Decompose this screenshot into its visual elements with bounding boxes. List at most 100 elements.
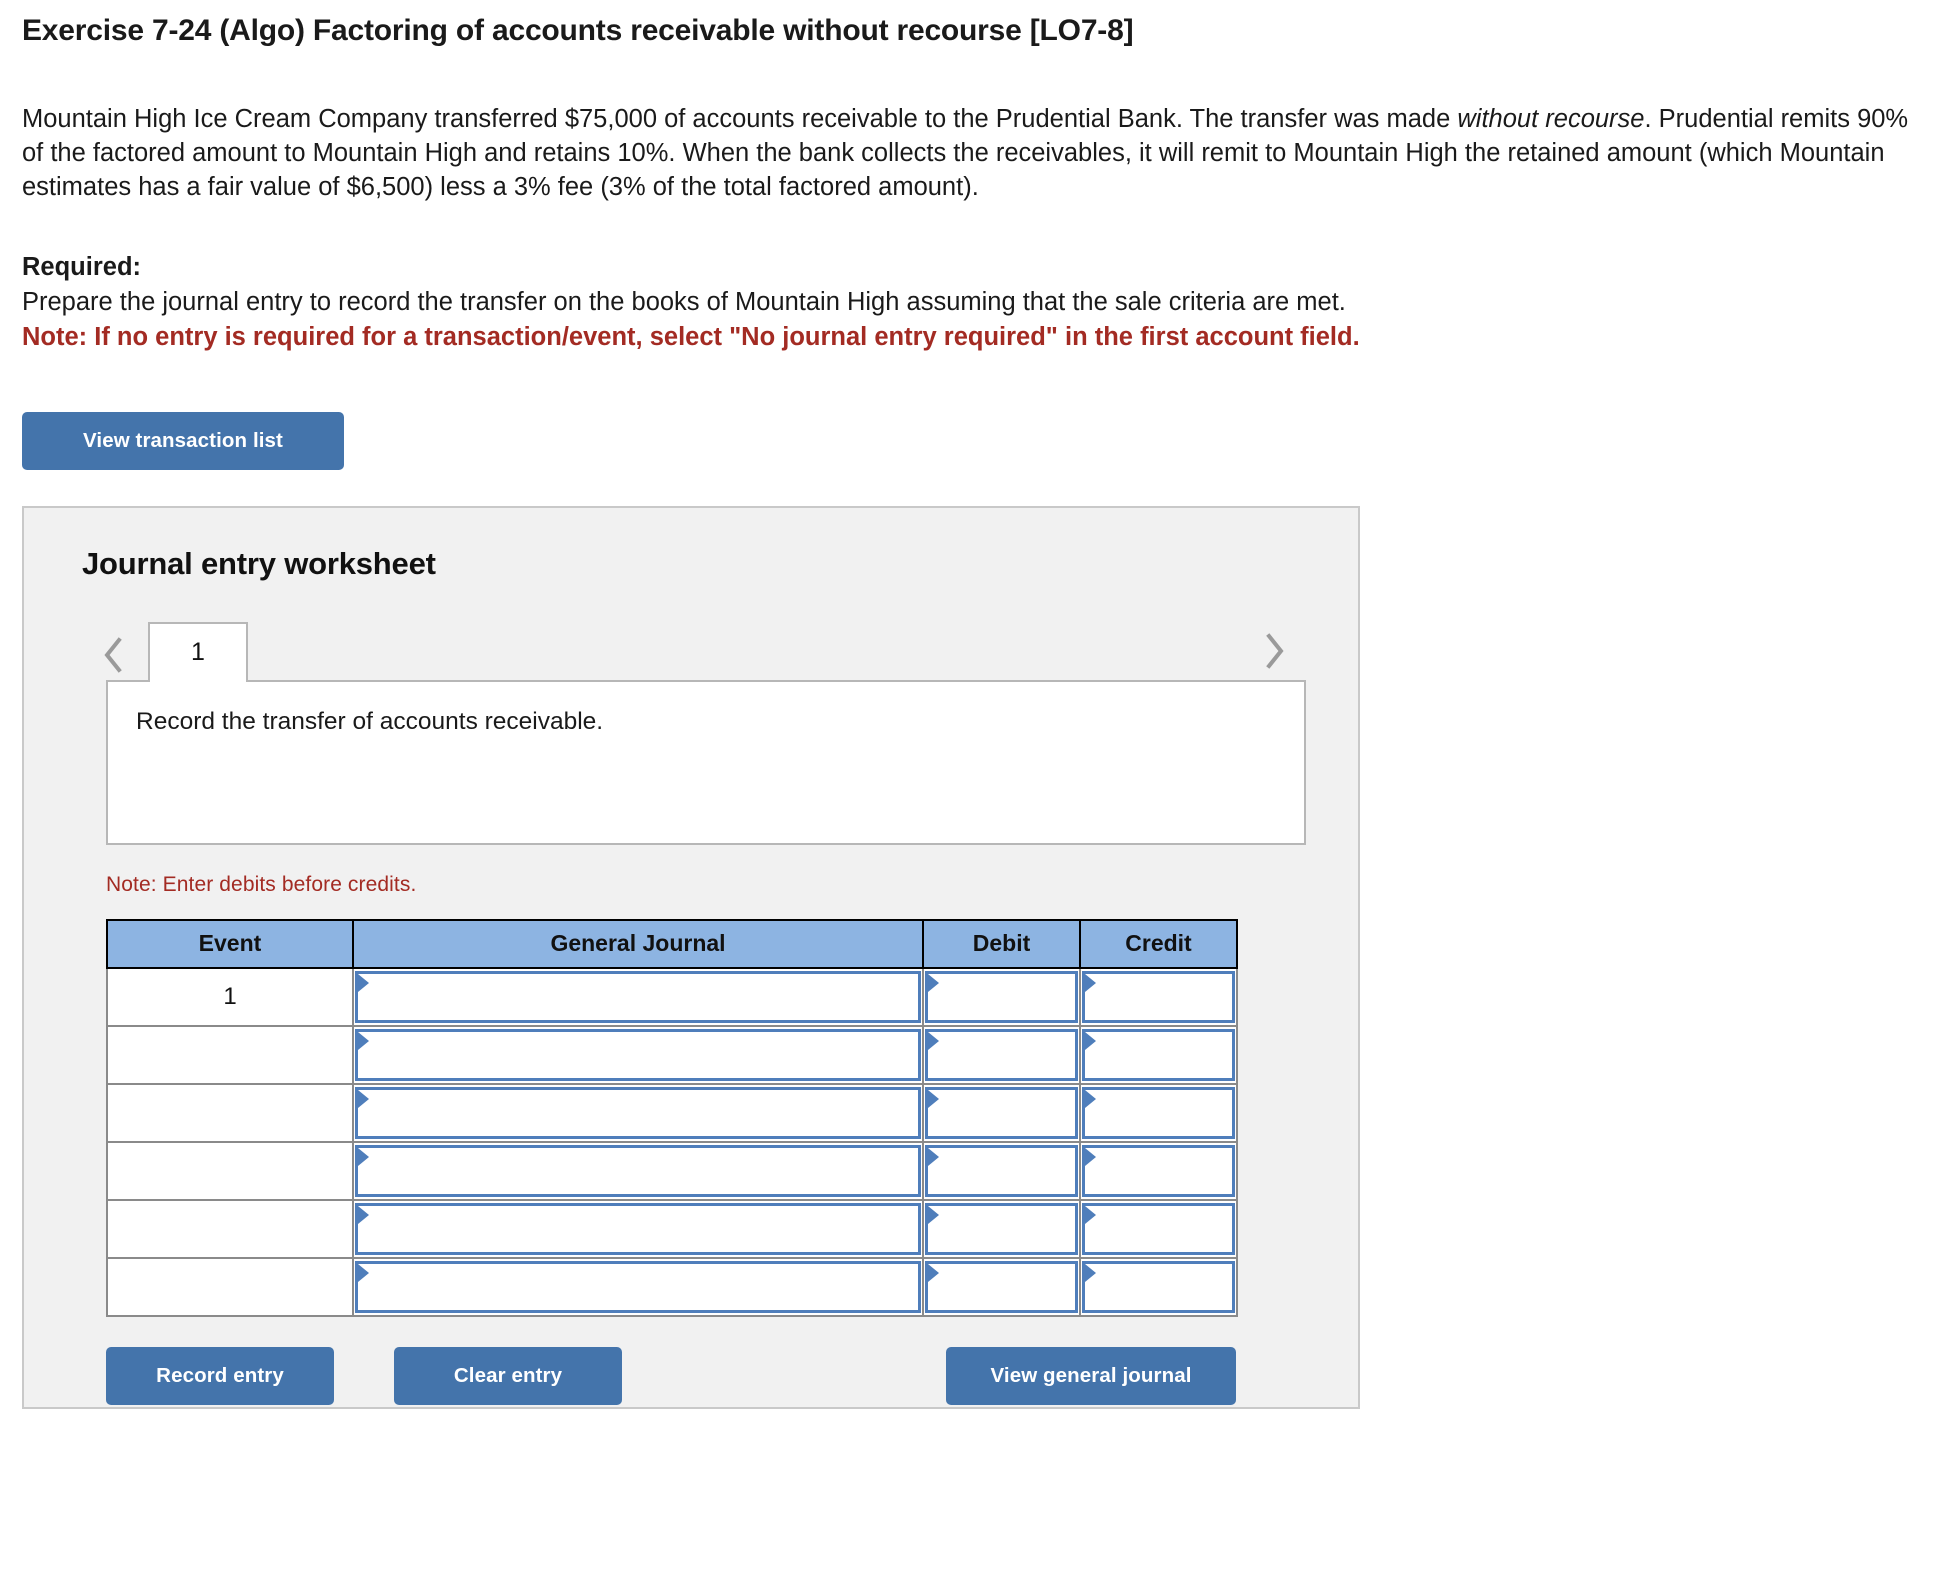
credit-input[interactable] bbox=[1082, 1202, 1235, 1255]
dropdown-marker-icon bbox=[358, 973, 369, 992]
dropdown-marker-icon bbox=[358, 1031, 369, 1050]
column-header-debit: Debit bbox=[922, 918, 1081, 969]
credit-input[interactable] bbox=[1082, 970, 1235, 1023]
credit-input[interactable] bbox=[1082, 1028, 1235, 1081]
problem-statement: Mountain High Ice Cream Company transfer… bbox=[22, 102, 1927, 204]
dropdown-marker-icon bbox=[928, 1089, 939, 1108]
view-transaction-list-button[interactable]: View transaction list bbox=[22, 411, 344, 470]
event-cell bbox=[106, 1082, 354, 1143]
debit-input[interactable] bbox=[925, 1028, 1078, 1081]
debit-cell bbox=[922, 1198, 1081, 1259]
table-row bbox=[106, 1082, 1238, 1143]
clear-entry-button[interactable]: Clear entry bbox=[394, 1346, 622, 1405]
worksheet-tabs: 1 bbox=[148, 621, 248, 682]
table-row: 1 bbox=[106, 966, 1238, 1027]
journal-table-wrap: Event General Journal Debit Credit 1 bbox=[106, 918, 1238, 1317]
debit-input[interactable] bbox=[925, 970, 1078, 1023]
problem-text-emphasis: without recourse bbox=[1457, 104, 1645, 133]
general-journal-select[interactable] bbox=[355, 1260, 921, 1313]
column-header-general-journal: General Journal bbox=[352, 918, 924, 969]
journal-table-body: 1 bbox=[106, 966, 1238, 1317]
chevron-right-icon[interactable] bbox=[1258, 628, 1292, 674]
debit-cell bbox=[922, 1256, 1081, 1317]
table-row bbox=[106, 1024, 1238, 1085]
journal-entry-worksheet-panel: Journal entry worksheet 1 Record the tra… bbox=[22, 505, 1360, 1409]
credit-input[interactable] bbox=[1082, 1086, 1235, 1139]
column-header-credit: Credit bbox=[1079, 918, 1238, 969]
debit-input[interactable] bbox=[925, 1260, 1078, 1313]
event-cell bbox=[106, 1198, 354, 1259]
required-block: Required: Prepare the journal entry to r… bbox=[22, 250, 1940, 356]
debits-before-credits-note: Note: Enter debits before credits. bbox=[106, 872, 417, 896]
worksheet-tab-1-label: 1 bbox=[191, 638, 205, 667]
dropdown-marker-icon bbox=[358, 1089, 369, 1108]
dropdown-marker-icon bbox=[1085, 973, 1096, 992]
debit-input[interactable] bbox=[925, 1202, 1078, 1255]
dropdown-marker-icon bbox=[358, 1263, 369, 1282]
general-journal-cell bbox=[352, 1024, 924, 1085]
debit-input[interactable] bbox=[925, 1144, 1078, 1197]
exercise-page: Exercise 7-24 (Algo) Factoring of accoun… bbox=[0, 0, 1940, 1580]
chevron-left-icon[interactable] bbox=[96, 632, 130, 678]
view-general-journal-button[interactable]: View general journal bbox=[946, 1346, 1236, 1405]
table-row bbox=[106, 1140, 1238, 1201]
dropdown-marker-icon bbox=[928, 1205, 939, 1224]
credit-cell bbox=[1079, 1024, 1238, 1085]
worksheet-action-buttons: Record entry Clear entry View general jo… bbox=[106, 1346, 1236, 1409]
dropdown-marker-icon bbox=[358, 1205, 369, 1224]
credit-cell bbox=[1079, 1198, 1238, 1259]
general-journal-cell bbox=[352, 1140, 924, 1201]
event-cell bbox=[106, 1140, 354, 1201]
debit-cell bbox=[922, 966, 1081, 1027]
record-entry-button[interactable]: Record entry bbox=[106, 1346, 334, 1405]
worksheet-prompt-text: Record the transfer of accounts receivab… bbox=[136, 707, 604, 735]
credit-cell bbox=[1079, 1140, 1238, 1201]
problem-text-part-1: Mountain High Ice Cream Company transfer… bbox=[22, 104, 1458, 133]
general-journal-select[interactable] bbox=[355, 1144, 921, 1197]
credit-cell bbox=[1079, 966, 1238, 1027]
credit-input[interactable] bbox=[1082, 1260, 1235, 1313]
dropdown-marker-icon bbox=[928, 1147, 939, 1166]
general-journal-cell bbox=[352, 1198, 924, 1259]
dropdown-marker-icon bbox=[1085, 1263, 1096, 1282]
table-header-row: Event General Journal Debit Credit bbox=[106, 918, 1238, 969]
general-journal-select[interactable] bbox=[355, 1086, 921, 1139]
event-cell bbox=[106, 1256, 354, 1317]
debit-cell bbox=[922, 1082, 1081, 1143]
general-journal-select[interactable] bbox=[355, 1202, 921, 1255]
dropdown-marker-icon bbox=[928, 1031, 939, 1050]
general-journal-cell bbox=[352, 1256, 924, 1317]
credit-cell bbox=[1079, 1082, 1238, 1143]
dropdown-marker-icon bbox=[1085, 1147, 1096, 1166]
debit-input[interactable] bbox=[925, 1086, 1078, 1139]
required-note: Note: If no entry is required for a tran… bbox=[22, 323, 1360, 352]
page-title: Exercise 7-24 (Algo) Factoring of accoun… bbox=[22, 14, 1134, 47]
dropdown-marker-icon bbox=[928, 973, 939, 992]
view-transaction-list-wrap: View transaction list bbox=[22, 411, 1940, 470]
event-cell: 1 bbox=[106, 966, 354, 1027]
credit-cell bbox=[1079, 1256, 1238, 1317]
debit-cell bbox=[922, 1140, 1081, 1201]
dropdown-marker-icon bbox=[358, 1147, 369, 1166]
worksheet-prompt-box: Record the transfer of accounts receivab… bbox=[106, 679, 1306, 845]
required-instruction: Prepare the journal entry to record the … bbox=[22, 288, 1346, 317]
general-journal-select[interactable] bbox=[355, 1028, 921, 1081]
dropdown-marker-icon bbox=[1085, 1205, 1096, 1224]
credit-input[interactable] bbox=[1082, 1144, 1235, 1197]
event-cell bbox=[106, 1024, 354, 1085]
required-label: Required: bbox=[22, 252, 142, 281]
debit-cell bbox=[922, 1024, 1081, 1085]
general-journal-cell bbox=[352, 1082, 924, 1143]
worksheet-title: Journal entry worksheet bbox=[82, 545, 436, 581]
column-header-event: Event bbox=[106, 918, 354, 969]
journal-entry-table: Event General Journal Debit Credit 1 bbox=[106, 918, 1238, 1317]
table-row bbox=[106, 1256, 1238, 1317]
dropdown-marker-icon bbox=[928, 1263, 939, 1282]
worksheet-tab-strip: 1 bbox=[24, 620, 1358, 682]
dropdown-marker-icon bbox=[1085, 1031, 1096, 1050]
dropdown-marker-icon bbox=[1085, 1089, 1096, 1108]
worksheet-tab-1[interactable]: 1 bbox=[148, 621, 248, 682]
table-row bbox=[106, 1198, 1238, 1259]
general-journal-cell bbox=[352, 966, 924, 1027]
general-journal-select[interactable] bbox=[355, 970, 921, 1023]
